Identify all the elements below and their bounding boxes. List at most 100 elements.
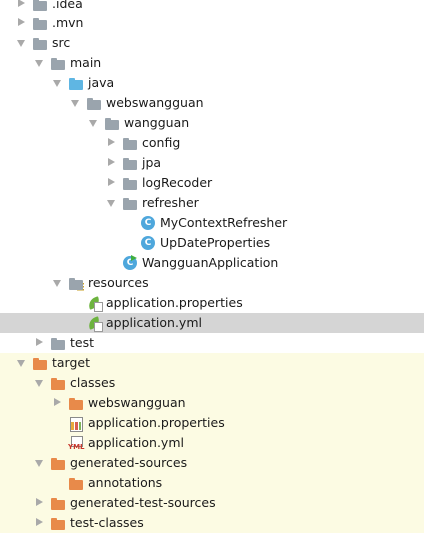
excluded-folder-icon xyxy=(50,455,66,471)
tree-node-wangguan[interactable]: wangguan xyxy=(0,113,424,133)
chevron-right-icon[interactable] xyxy=(18,0,25,7)
node-label: application.yml xyxy=(88,435,184,450)
tree-node-refresher[interactable]: refresher xyxy=(0,193,424,213)
chevron-right-icon[interactable] xyxy=(36,338,43,346)
package-icon xyxy=(122,135,138,151)
package-icon xyxy=(86,95,102,111)
tree-node-java[interactable]: java xyxy=(0,73,424,93)
chevron-down-icon[interactable] xyxy=(35,380,43,387)
folder-icon xyxy=(32,35,48,51)
excluded-folder-icon xyxy=(50,495,66,511)
node-label: MyContextRefresher xyxy=(160,215,288,230)
resources-folder-icon xyxy=(68,275,84,291)
chevron-right-icon[interactable] xyxy=(18,18,25,26)
node-label: main xyxy=(70,55,102,70)
class-icon: C xyxy=(140,215,156,231)
chevron-down-icon[interactable] xyxy=(89,120,97,127)
node-label: java xyxy=(88,75,115,90)
folder-icon xyxy=(50,55,66,71)
folder-icon xyxy=(50,335,66,351)
tree-node-webswangguan[interactable]: webswangguan xyxy=(0,93,424,113)
node-label: .idea xyxy=(52,0,83,11)
tree-node-main[interactable]: main xyxy=(0,53,424,73)
tree-node-jpa[interactable]: jpa xyxy=(0,153,424,173)
tree-node-mycontextrefresher[interactable]: C MyContextRefresher xyxy=(0,213,424,233)
tree-node-wangguanapplication[interactable]: C WangguanApplication xyxy=(0,253,424,273)
folder-icon xyxy=(32,0,48,12)
excluded-folder-icon xyxy=(50,515,66,531)
node-label: src xyxy=(52,35,71,50)
chevron-down-icon[interactable] xyxy=(35,460,43,467)
node-label: UpDateProperties xyxy=(160,235,271,250)
tree-node-mvn[interactable]: .mvn xyxy=(0,13,424,33)
chevron-down-icon[interactable] xyxy=(53,280,61,287)
chevron-down-icon[interactable] xyxy=(17,360,25,367)
chevron-down-icon[interactable] xyxy=(17,40,25,47)
node-label: config xyxy=(142,135,181,150)
package-icon xyxy=(122,195,138,211)
chevron-right-icon[interactable] xyxy=(108,138,115,146)
package-icon xyxy=(122,175,138,191)
chevron-down-icon[interactable] xyxy=(53,80,61,87)
tree-node-src[interactable]: src xyxy=(0,33,424,53)
tree-node-test[interactable]: test xyxy=(0,333,424,353)
tree-node-test-classes[interactable]: test-classes xyxy=(0,513,424,533)
spring-boot-class-icon: C xyxy=(122,255,138,271)
chevron-right-icon[interactable] xyxy=(36,498,43,506)
node-label: target xyxy=(52,355,91,370)
chevron-down-icon[interactable] xyxy=(107,200,115,207)
excluded-folder-icon xyxy=(68,475,84,491)
tree-node-generated-test-sources[interactable]: generated-test-sources xyxy=(0,493,424,513)
node-label: generated-test-sources xyxy=(70,495,216,510)
chevron-down-icon[interactable] xyxy=(35,60,43,67)
tree-node-application-properties[interactable]: application.properties xyxy=(0,293,424,313)
chevron-right-icon[interactable] xyxy=(108,178,115,186)
node-label: refresher xyxy=(142,195,199,210)
tree-node-classes-application-properties[interactable]: application.properties xyxy=(0,413,424,433)
tree-node-logrecoder[interactable]: logRecoder xyxy=(0,173,424,193)
node-label: classes xyxy=(70,375,116,390)
node-label: application.properties xyxy=(106,295,243,310)
tree-node-classes-webswangguan[interactable]: webswangguan xyxy=(0,393,424,413)
node-label: application.yml xyxy=(106,315,202,330)
package-icon xyxy=(104,115,120,131)
chevron-right-icon[interactable] xyxy=(36,518,43,526)
node-label: test xyxy=(70,335,95,350)
tree-node-annotations[interactable]: annotations xyxy=(0,473,424,493)
node-label: wangguan xyxy=(124,115,190,130)
node-label: jpa xyxy=(142,155,162,170)
node-label: annotations xyxy=(88,475,163,490)
chevron-right-icon[interactable] xyxy=(54,398,61,406)
chevron-down-icon[interactable] xyxy=(71,100,79,107)
node-label: application.properties xyxy=(88,415,225,430)
properties-file-icon xyxy=(68,415,84,432)
node-label: resources xyxy=(88,275,149,290)
node-label: .mvn xyxy=(52,15,84,30)
spring-config-icon xyxy=(86,315,103,332)
excluded-folder-icon xyxy=(32,355,48,371)
tree-node-generated-sources[interactable]: generated-sources xyxy=(0,453,424,473)
tree-node-resources[interactable]: resources xyxy=(0,273,424,293)
tree-node-application-yml-selected[interactable]: application.yml xyxy=(0,313,424,333)
node-label: generated-sources xyxy=(70,455,188,470)
class-icon: C xyxy=(140,235,156,251)
tree-node-updateproperties[interactable]: C UpDateProperties xyxy=(0,233,424,253)
tree-node-classes[interactable]: classes xyxy=(0,373,424,393)
node-label: test-classes xyxy=(70,515,144,530)
package-icon xyxy=(122,155,138,171)
excluded-folder-icon xyxy=(50,375,66,391)
tree-node-classes-application-yml[interactable]: YML application.yml xyxy=(0,433,424,453)
yml-file-icon: YML xyxy=(68,435,85,451)
tree-node-idea[interactable]: .idea xyxy=(0,0,424,14)
spring-config-icon xyxy=(86,295,103,312)
source-folder-icon xyxy=(68,75,84,91)
node-label: webswangguan xyxy=(106,95,204,110)
tree-node-target[interactable]: target xyxy=(0,353,424,373)
node-label: WangguanApplication xyxy=(142,255,279,270)
chevron-right-icon[interactable] xyxy=(108,158,115,166)
node-label: webswangguan xyxy=(88,395,186,410)
node-label: logRecoder xyxy=(142,175,213,190)
tree-node-config[interactable]: config xyxy=(0,133,424,153)
excluded-folder-icon xyxy=(68,395,84,411)
folder-icon xyxy=(32,15,48,31)
